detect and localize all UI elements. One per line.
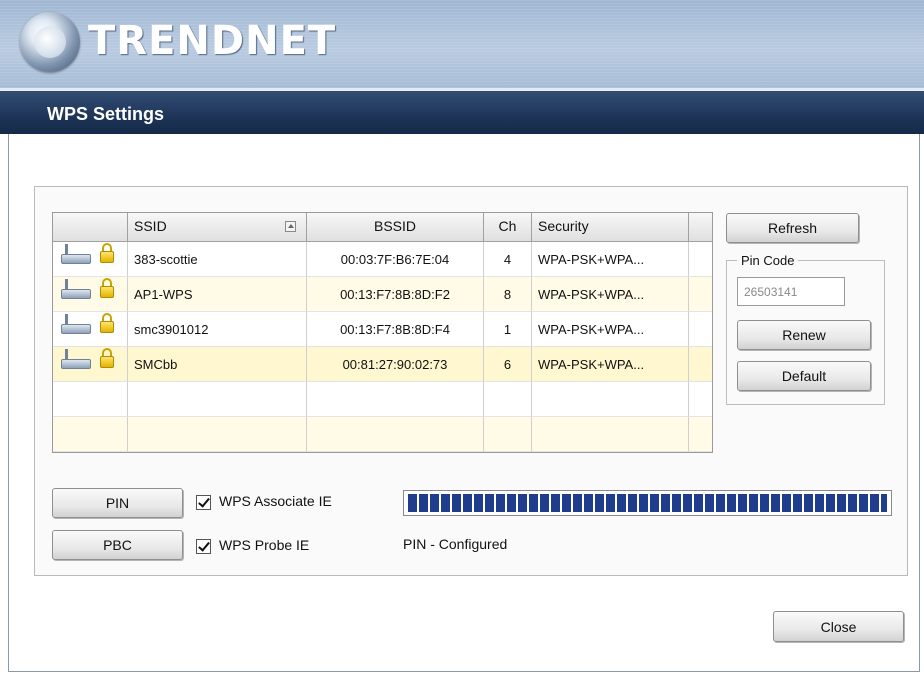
row-icons: [53, 347, 128, 382]
cell-bssid: 00:81:27:90:02:73: [307, 347, 484, 382]
empty-cell: [532, 417, 689, 452]
network-table[interactable]: SSID BSSID Ch Security 383-scottie 00:03…: [52, 212, 713, 453]
wps-probe-ie-label: WPS Probe IE: [219, 537, 310, 553]
globe-logo-icon: [20, 12, 80, 72]
table-row[interactable]: AP1-WPS 00:13:F7:8B:8D:F2 8 WPA-PSK+WPA.…: [53, 277, 712, 312]
table-header: SSID BSSID Ch Security: [53, 213, 712, 242]
lock-icon: [99, 242, 115, 264]
column-header-spacer: [689, 213, 712, 242]
wps-associate-ie-checkbox[interactable]: [196, 495, 211, 510]
empty-cell: [307, 382, 484, 417]
cell-spacer: [689, 242, 712, 277]
empty-cell: [128, 417, 307, 452]
column-header-icons[interactable]: [53, 213, 128, 242]
pin-code-label: Pin Code: [737, 253, 799, 268]
wps-associate-ie-label: WPS Associate IE: [219, 493, 332, 509]
empty-cell: [128, 382, 307, 417]
cell-channel: 1: [484, 312, 532, 347]
wps-probe-ie-checkbox[interactable]: [196, 539, 211, 554]
close-button[interactable]: Close: [773, 611, 904, 642]
column-header-channel[interactable]: Ch: [484, 213, 532, 242]
cell-channel: 6: [484, 347, 532, 382]
table-body: 383-scottie 00:03:7F:B6:7E:04 4 WPA-PSK+…: [53, 242, 712, 452]
cell-spacer: [689, 347, 712, 382]
row-icons-group: [53, 277, 127, 299]
refresh-button[interactable]: Refresh: [726, 213, 859, 243]
cell-bssid: 00:13:F7:8B:8D:F4: [307, 312, 484, 347]
table-row[interactable]: 383-scottie 00:03:7F:B6:7E:04 4 WPA-PSK+…: [53, 242, 712, 277]
app-header: TRENDNET: [0, 0, 924, 88]
brand-logo-text: TRENDNET: [88, 18, 337, 64]
table-row-selected[interactable]: SMCbb 00:81:27:90:02:73 6 WPA-PSK+WPA...: [53, 347, 712, 382]
cell-bssid: 00:03:7F:B6:7E:04: [307, 242, 484, 277]
column-header-ssid-label: SSID: [134, 218, 167, 234]
checkmark-icon: [198, 539, 210, 552]
router-icon: [59, 277, 95, 299]
empty-cell: [307, 417, 484, 452]
cell-security: WPA-PSK+WPA...: [532, 347, 689, 382]
router-icon: [59, 312, 95, 334]
column-header-ssid[interactable]: SSID: [128, 213, 307, 242]
router-icon: [59, 242, 95, 264]
pin-code-field[interactable]: [737, 277, 845, 306]
dialog-title-bar: WPS Settings: [0, 88, 924, 134]
empty-cell: [689, 382, 712, 417]
table-row-empty: [53, 417, 712, 452]
cell-channel: 4: [484, 242, 532, 277]
cell-security: WPA-PSK+WPA...: [532, 277, 689, 312]
column-header-bssid[interactable]: BSSID: [307, 213, 484, 242]
empty-cell: [532, 382, 689, 417]
row-icons: [53, 277, 128, 312]
wps-progress-bar: [403, 490, 892, 516]
wps-progress-fill: [408, 494, 887, 512]
empty-cell: [53, 417, 128, 452]
cell-bssid: 00:13:F7:8B:8D:F2: [307, 277, 484, 312]
empty-cell: [484, 417, 532, 452]
cell-spacer: [689, 312, 712, 347]
router-icon: [59, 347, 95, 369]
default-button[interactable]: Default: [737, 361, 871, 391]
pbc-button[interactable]: PBC: [52, 530, 183, 560]
column-header-security[interactable]: Security: [532, 213, 689, 242]
sort-icon[interactable]: [285, 221, 296, 232]
cell-ssid: smc3901012: [128, 312, 307, 347]
cell-channel: 8: [484, 277, 532, 312]
cell-ssid: 383-scottie: [128, 242, 307, 277]
cell-ssid: AP1-WPS: [128, 277, 307, 312]
dialog-title: WPS Settings: [47, 104, 165, 124]
row-icons: [53, 242, 128, 277]
empty-cell: [689, 417, 712, 452]
row-icons-group: [53, 242, 127, 264]
checkmark-icon: [198, 495, 210, 508]
cell-ssid: SMCbb: [128, 347, 307, 382]
empty-cell: [484, 382, 532, 417]
wps-status-text: PIN - Configured: [403, 536, 508, 552]
cell-security: WPA-PSK+WPA...: [532, 242, 689, 277]
row-icons-group: [53, 347, 127, 369]
table-row[interactable]: smc3901012 00:13:F7:8B:8D:F4 1 WPA-PSK+W…: [53, 312, 712, 347]
lock-icon: [99, 277, 115, 299]
row-icons: [53, 312, 128, 347]
pin-button[interactable]: PIN: [52, 488, 183, 518]
lock-icon: [99, 312, 115, 334]
table-row-empty: [53, 382, 712, 417]
cell-spacer: [689, 277, 712, 312]
renew-button[interactable]: Renew: [737, 320, 871, 350]
row-icons-group: [53, 312, 127, 334]
lock-icon: [99, 347, 115, 369]
cell-security: WPA-PSK+WPA...: [532, 312, 689, 347]
empty-cell: [53, 382, 128, 417]
